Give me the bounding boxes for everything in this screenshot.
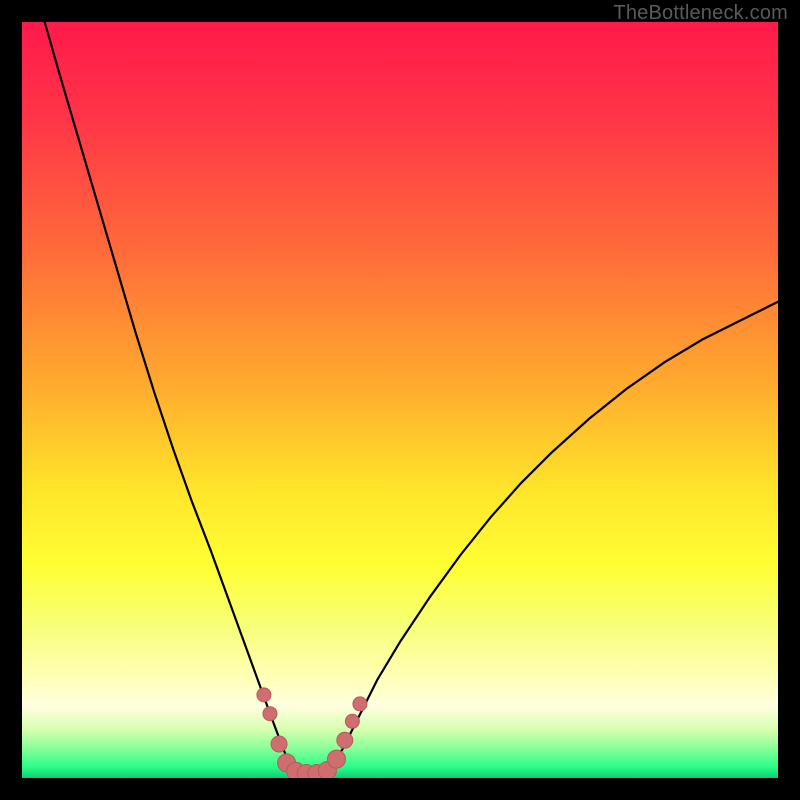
marker-dot bbox=[345, 714, 359, 728]
marker-dot bbox=[263, 707, 277, 721]
marker-dot bbox=[271, 736, 287, 752]
gradient-background bbox=[22, 22, 778, 778]
marker-dot bbox=[328, 750, 346, 768]
marker-dot bbox=[257, 688, 271, 702]
marker-dot bbox=[337, 732, 353, 748]
marker-dot bbox=[353, 697, 367, 711]
chart-svg bbox=[22, 22, 778, 778]
